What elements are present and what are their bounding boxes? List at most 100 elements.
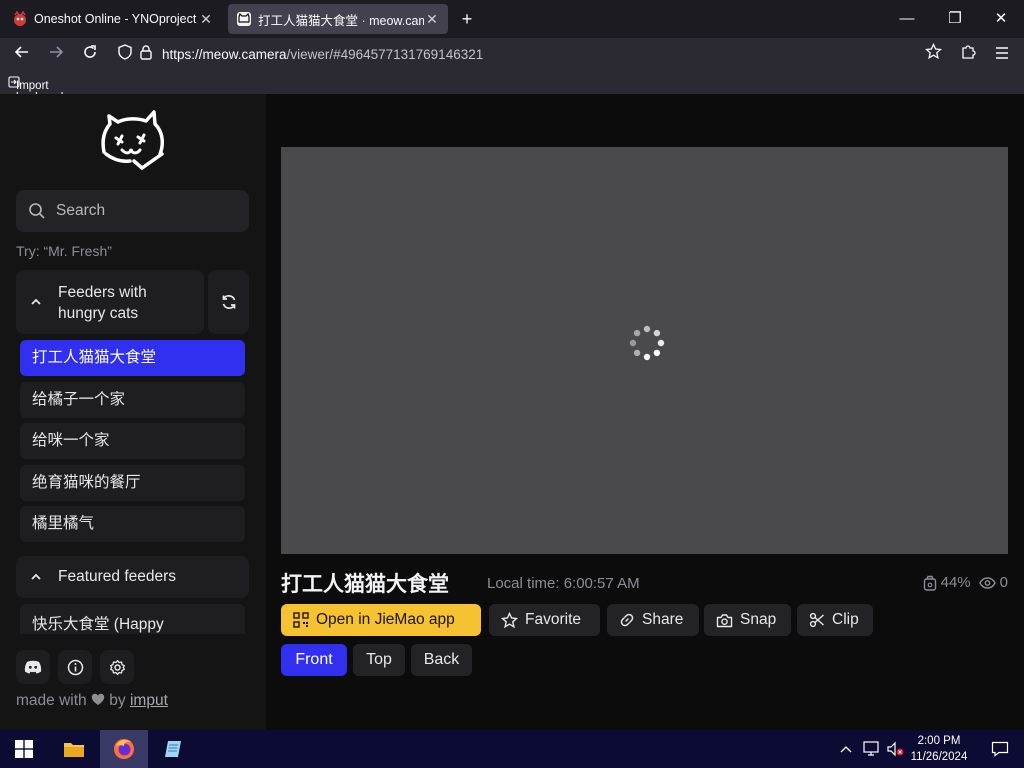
close-window-button[interactable]: ✕ (978, 0, 1024, 38)
made-with-prefix: made with (16, 692, 87, 709)
refresh-icon (222, 295, 235, 309)
viewer-count: 0 (999, 574, 1008, 591)
tab-title: Oneshot Online - YNOproject (34, 12, 197, 26)
link-icon (620, 613, 634, 627)
network-icon[interactable] (858, 730, 884, 768)
feeder-item[interactable]: 橘里橘气 (20, 506, 245, 542)
volume-muted-icon[interactable] (882, 730, 908, 768)
view-front-button[interactable]: Front (281, 644, 347, 676)
import-bookmarks-link[interactable]: Import bookmarks... (8, 76, 82, 104)
view-top-button[interactable]: Top (353, 644, 405, 676)
clock-date: 11/26/2024 (910, 751, 968, 763)
open-in-app-button[interactable]: Open in JieMao app (281, 604, 481, 636)
loading-spinner-icon (629, 325, 665, 361)
view-back-button[interactable]: Back (411, 644, 472, 676)
meow-camera-logo[interactable] (100, 110, 166, 172)
bookmarks-toolbar: Import bookmarks... (0, 72, 1024, 104)
feeder-stats: 44% 0 (923, 574, 1008, 591)
windows-logo-icon (15, 740, 33, 758)
feeder-title: 打工人猫猫大食堂 (281, 573, 449, 596)
windows-taskbar: 2:00 PM 11/26/2024 (0, 730, 1024, 768)
made-with-by: by (109, 692, 126, 709)
close-tab-icon[interactable]: ✕ (198, 11, 214, 28)
feeder-item[interactable]: 给橘子一个家 (20, 382, 245, 418)
star-icon (501, 611, 518, 628)
author-link[interactable]: imput (130, 692, 168, 709)
discord-button[interactable] (16, 650, 50, 684)
food-bag-icon (923, 575, 936, 591)
search-input[interactable]: Search (16, 190, 249, 232)
snap-label: Snap (740, 611, 777, 628)
made-with-credit: made with by imput (16, 692, 168, 710)
notification-icon (991, 741, 1009, 757)
url-path: /viewer/#4964577131769146321 (286, 47, 484, 62)
share-label: Share (642, 611, 684, 628)
favorite-button[interactable]: Favorite (489, 604, 600, 636)
info-icon (67, 659, 83, 675)
viewer-panel: 打工人猫猫大食堂 Local time: 6:00:57 AM 44% 0 Op… (266, 94, 1024, 730)
start-button[interactable] (0, 730, 48, 768)
bookmark-star-icon[interactable] (921, 42, 945, 67)
tab-meow-camera[interactable]: 打工人猫猫大食堂 · meow.cam ✕ (228, 4, 448, 34)
minimize-window-button[interactable]: — (884, 0, 930, 38)
tab-title: 打工人猫猫大食堂 · meow.cam (258, 13, 424, 28)
feeder-item[interactable]: 给咪一个家 (20, 423, 245, 459)
chevron-up-icon (31, 573, 41, 580)
chevron-up-icon (31, 298, 41, 305)
action-center-button[interactable] (976, 730, 1024, 768)
discord-icon (24, 660, 42, 674)
ynoproject-favicon-icon (14, 11, 26, 26)
snap-button[interactable]: Snap (704, 604, 791, 636)
open-in-app-label: Open in JieMao app (316, 611, 455, 628)
extensions-puzzle-icon[interactable] (956, 43, 980, 67)
browser-tab-bar: Oneshot Online - YNOproject ✕ 打工人猫猫大食堂 ·… (0, 0, 1024, 38)
hamburger-menu-icon[interactable] (990, 43, 1014, 67)
search-placeholder: Search (56, 202, 106, 219)
forward-arrow-icon[interactable] (44, 43, 68, 67)
featured-feeders-group-label: Featured feeders (58, 568, 177, 585)
file-explorer-taskbar-button[interactable] (50, 730, 98, 768)
lock-icon[interactable] (134, 43, 158, 67)
hungry-feeders-group-label: Feeders with hungry cats (58, 284, 147, 322)
favorite-label: Favorite (525, 611, 581, 628)
notepad-icon (165, 741, 181, 757)
back-arrow-icon[interactable] (10, 43, 34, 67)
scissors-icon (809, 612, 824, 628)
eye-icon (978, 576, 996, 589)
search-hint: Try: “Mr. Fresh” (16, 243, 112, 259)
local-time: Local time: 6:00:57 AM (487, 575, 640, 592)
new-tab-button[interactable]: + (456, 8, 478, 30)
restore-window-button[interactable]: ❐ (932, 0, 978, 38)
clock-time: 2:00 PM (917, 735, 961, 747)
system-clock[interactable]: 2:00 PM 11/26/2024 (906, 733, 972, 765)
featured-feeder-item[interactable]: 快乐大食堂 (Happy (20, 604, 245, 634)
camera-icon (716, 613, 733, 627)
chevron-up-tray-icon[interactable] (834, 730, 858, 768)
meow-camera-favicon-icon (237, 12, 251, 26)
reload-icon[interactable] (78, 43, 102, 67)
food-level: 44% (940, 574, 971, 591)
heart-icon (91, 693, 105, 705)
firefox-icon (114, 739, 134, 759)
feeder-item[interactable]: 绝育猫咪的餐厅 (20, 465, 245, 501)
search-icon (29, 203, 45, 219)
gear-icon (109, 659, 125, 675)
feeder-item[interactable]: 打工人猫猫大食堂 (20, 340, 245, 376)
settings-button[interactable] (100, 650, 134, 684)
browser-nav-bar: https://meow.camera/viewer/#496457713176… (0, 38, 1024, 72)
about-button[interactable] (58, 650, 92, 684)
app-taskbar-button[interactable] (150, 730, 198, 768)
share-button[interactable]: Share (607, 604, 699, 636)
firefox-taskbar-button[interactable] (100, 730, 148, 768)
qr-code-icon (293, 612, 309, 628)
folder-icon (64, 743, 84, 757)
clip-button[interactable]: Clip (797, 604, 873, 636)
tab-oneshot[interactable]: Oneshot Online - YNOproject ✕ (4, 4, 222, 34)
close-tab-icon[interactable]: ✕ (424, 11, 440, 28)
featured-feeders-group-toggle[interactable]: Featured feeders (16, 556, 249, 598)
camera-video-player[interactable] (281, 147, 1008, 554)
refresh-button[interactable] (208, 270, 249, 334)
url-domain: https://meow.camera (162, 47, 287, 62)
address-bar[interactable]: https://meow.camera/viewer/#496457713176… (162, 47, 483, 62)
hungry-feeders-group-toggle[interactable]: Feeders with hungry cats (16, 270, 204, 334)
